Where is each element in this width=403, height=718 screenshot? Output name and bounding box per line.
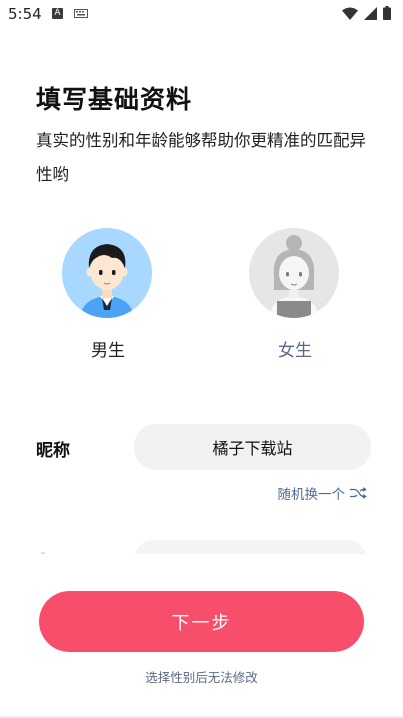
gender-option-female[interactable]: 女生 (249, 228, 341, 361)
signal-icon (364, 6, 377, 20)
male-avatar (62, 228, 152, 318)
nickname-label: 昵称 (36, 441, 70, 461)
app-notification-icon: A (52, 8, 63, 19)
status-time: 5:54 (8, 5, 42, 23)
page-title: 填写基础资料 (36, 85, 193, 114)
male-label: 男生 (91, 341, 125, 361)
gender-lock-hint: 选择性别后无法修改 (145, 670, 258, 685)
random-nickname-label: 随机换一个 (277, 487, 346, 503)
female-avatar-icon (269, 235, 319, 318)
keyboard-icon (74, 9, 88, 18)
nickname-input[interactable] (134, 424, 371, 470)
nickname-row: 昵称 (0, 424, 403, 470)
female-avatar (249, 228, 339, 318)
female-label: 女生 (278, 341, 312, 361)
shuffle-icon (350, 487, 367, 499)
status-indicators (342, 6, 391, 20)
gender-option-male[interactable]: 男生 (62, 228, 154, 361)
random-nickname-button[interactable]: 随机换一个 (278, 483, 368, 503)
page-subtitle: 真实的性别和年龄能够帮助你更精准的匹配异性哟 (36, 131, 366, 184)
next-step-button[interactable]: 下一步 (39, 591, 364, 652)
wifi-icon (342, 7, 358, 20)
status-bar: 5:54 A (0, 0, 403, 28)
scroll-fade-cover (0, 554, 403, 584)
battery-icon (383, 6, 391, 20)
male-avatar-icon (80, 244, 134, 318)
